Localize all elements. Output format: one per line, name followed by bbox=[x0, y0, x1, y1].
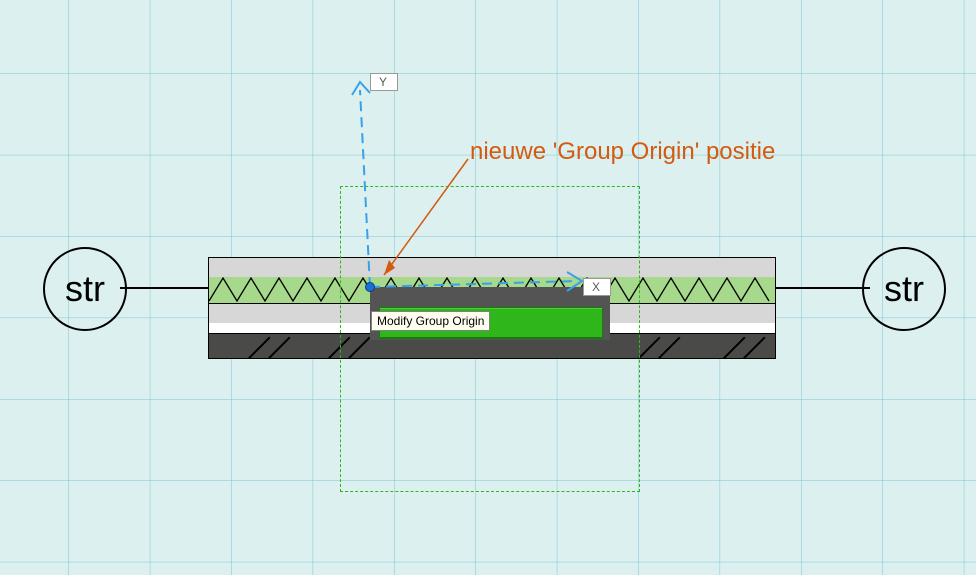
annotation-text: nieuwe 'Group Origin' positie bbox=[470, 138, 775, 166]
annotation-arrow bbox=[0, 0, 976, 575]
cad-canvas[interactable]: Y X str str Modify Group Origin nieuwe '… bbox=[0, 0, 976, 575]
